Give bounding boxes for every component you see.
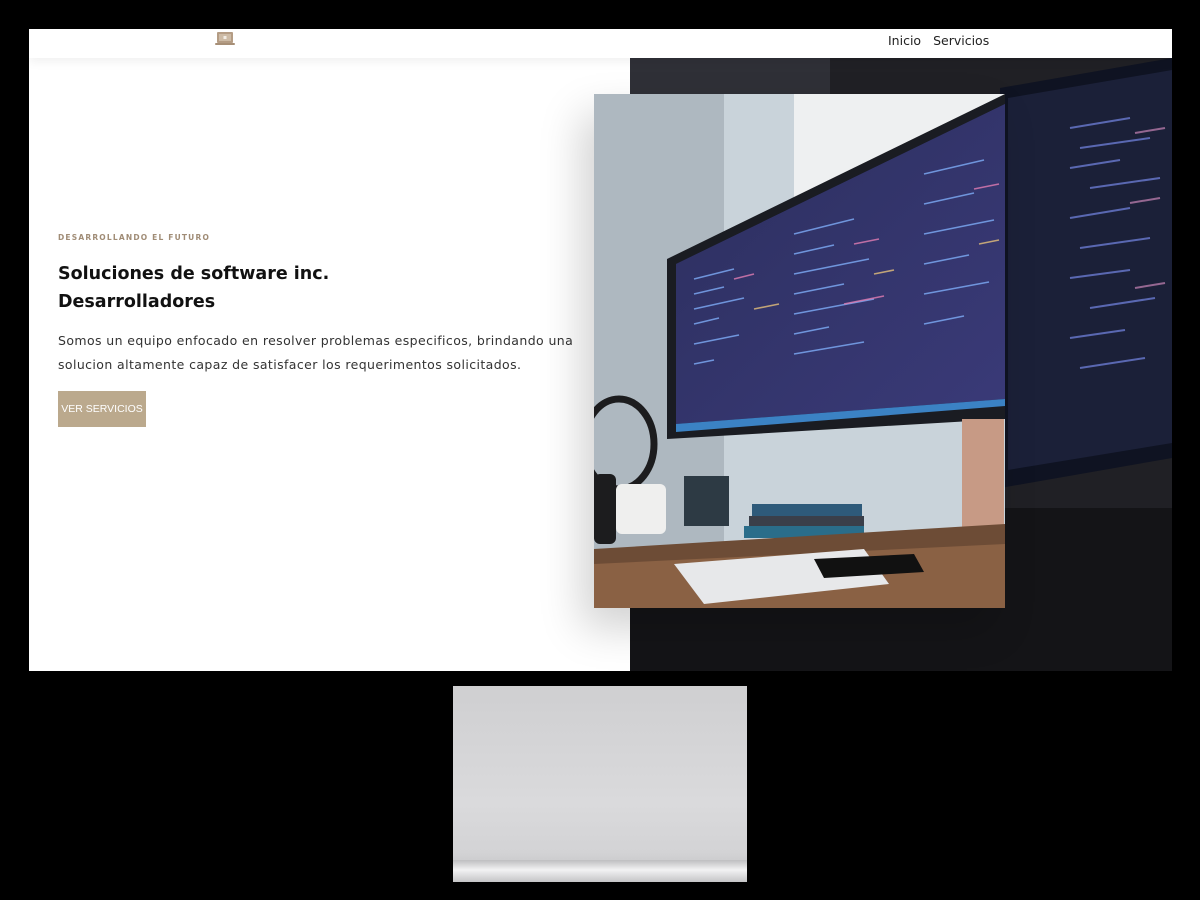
monitor-screen: Inicio Servicios DESARROLLANDO EL FUTURO… [29, 29, 1172, 671]
hero-title-line-2: Desarrolladores [58, 292, 216, 312]
monitor-stand-base [453, 860, 747, 882]
nav-link-inicio[interactable]: Inicio [888, 33, 921, 48]
ver-servicios-button[interactable]: VER SERVICIOS [58, 391, 146, 427]
nav-menu: Inicio Servicios [888, 33, 989, 48]
hero-title-line-1: Soluciones de software inc. [58, 264, 330, 284]
monitor-stand [453, 686, 747, 882]
hero-title: Soluciones de software inc. Desarrollado… [58, 260, 578, 316]
hero-text-panel: DESARROLLANDO EL FUTURO Soluciones de so… [29, 58, 630, 671]
hero-overline: DESARROLLANDO EL FUTURO [58, 233, 211, 242]
laptop-icon[interactable] [215, 31, 235, 47]
navbar: Inicio Servicios [29, 29, 1172, 58]
nav-link-servicios[interactable]: Servicios [933, 33, 989, 48]
workspace-photo [594, 94, 1005, 608]
hero-description: Somos un equipo enfocado en resolver pro… [58, 333, 574, 372]
